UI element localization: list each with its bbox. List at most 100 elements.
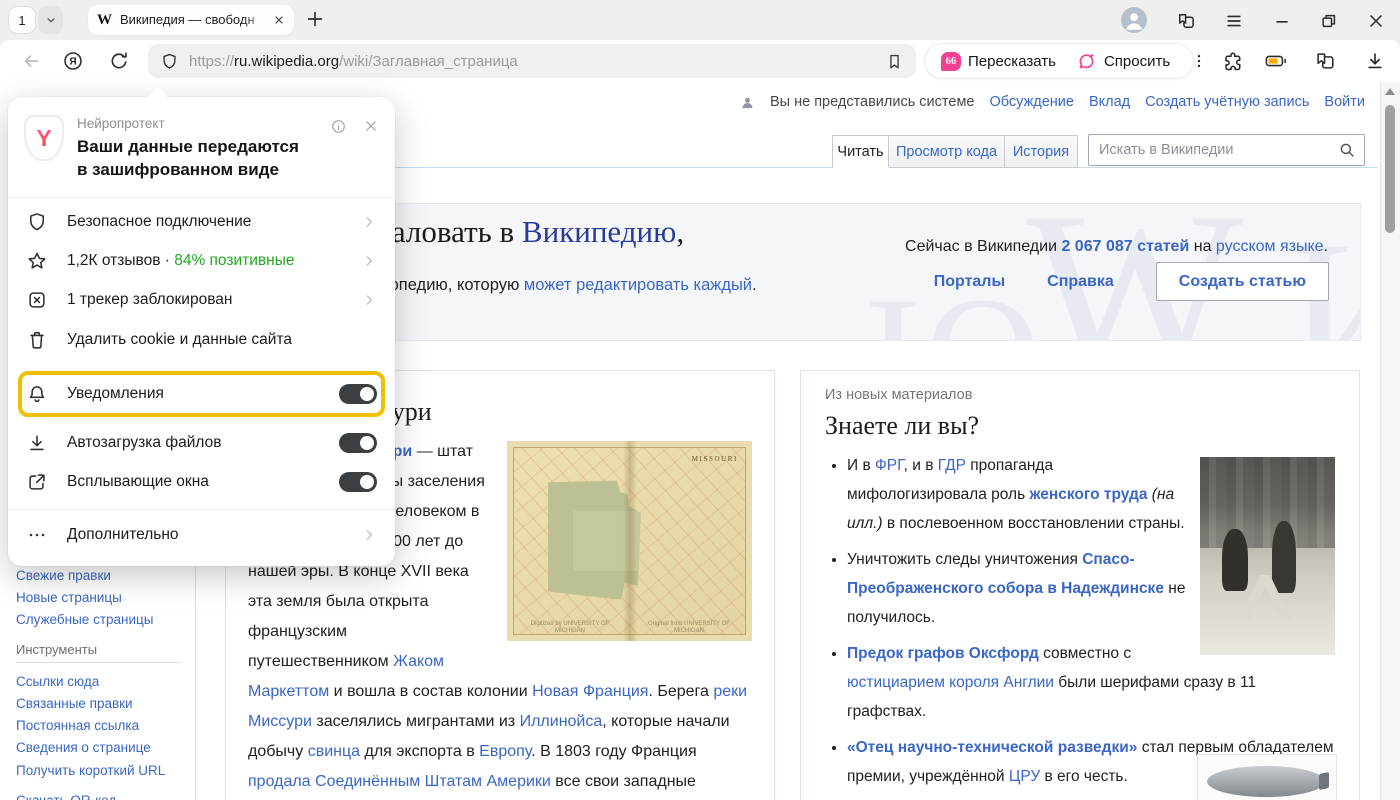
inline-link[interactable]: Википедию <box>522 214 676 249</box>
browser-tab[interactable]: W Википедия — свободн <box>88 5 294 35</box>
address-bar[interactable]: https://ru.wikipedia.org/wiki/Заглавная_… <box>148 44 916 78</box>
scrollbar-up-arrow[interactable] <box>1385 88 1395 95</box>
inline-link[interactable]: ГДР <box>938 457 966 474</box>
user-icon <box>740 95 755 110</box>
missouri-map-image[interactable]: MISSOURI Digitized by UNIVERSITY OF MICH… <box>507 441 752 641</box>
bookmarks-panel-button[interactable] <box>1176 11 1196 31</box>
inline-link[interactable]: Европу <box>479 743 531 760</box>
sidebar-item-permanent-link[interactable]: Постоянная ссылка <box>16 718 139 733</box>
popup-close-icon[interactable] <box>363 118 379 181</box>
sidebar-item-what-links-here[interactable]: Ссылки сюда <box>16 674 99 689</box>
yandex-home-button[interactable]: Я <box>62 50 84 72</box>
search-icon[interactable] <box>1338 141 1356 159</box>
bookmark-page-button[interactable] <box>885 52 904 71</box>
shield-icon <box>26 211 48 233</box>
sidebar-item-qr-code[interactable]: Скачать QR-код <box>16 793 116 800</box>
chevron-right-icon <box>361 292 377 308</box>
battery-button[interactable] <box>1263 50 1289 72</box>
profile-avatar[interactable] <box>1121 7 1147 33</box>
popup-item-popups[interactable]: Всплывающие окна <box>8 462 395 501</box>
wiki-tab-history[interactable]: История <box>1004 135 1078 168</box>
airship-photo[interactable] <box>1197 754 1337 800</box>
popups-toggle[interactable] <box>339 472 377 492</box>
inline-link[interactable]: продала Соединённым Штатам Америки <box>248 773 551 790</box>
popup-item-secure-connection[interactable]: Безопасное подключение <box>8 202 395 241</box>
wiki-tab-view-source[interactable]: Просмотр кода <box>888 135 1005 168</box>
summarize-button[interactable]: 66 Пересказать <box>933 52 1064 71</box>
minimize-button[interactable] <box>1272 11 1292 31</box>
popup-header: Y Нейропротект Ваши данные передаютсяв з… <box>8 97 395 195</box>
inline-link[interactable]: свинца <box>308 743 360 760</box>
chevron-right-icon <box>361 214 377 230</box>
tab-count[interactable]: 1 <box>8 6 36 34</box>
new-tab-button[interactable] <box>304 8 326 30</box>
extensions-button[interactable] <box>1221 50 1243 72</box>
tab-list-button[interactable] <box>38 6 63 34</box>
popup-item-delete-cookies[interactable]: Удалить cookie и данные сайта <box>8 319 395 361</box>
inline-link[interactable]: Предок графов Оксфорд <box>847 645 1039 662</box>
popup-item-autodownload[interactable]: Автозагрузка файлов <box>8 423 395 462</box>
ai-more-button[interactable] <box>1182 52 1216 70</box>
create-article-button[interactable]: Создать статью <box>1156 262 1329 301</box>
trash-icon <box>26 329 48 351</box>
inline-link[interactable]: «Отец научно-технической разведки» <box>847 739 1137 756</box>
ask-button[interactable]: Спросить <box>1068 51 1178 72</box>
wiki-link-create-account[interactable]: Создать учётную запись <box>1145 94 1309 110</box>
yandex-icon: Я <box>62 50 84 72</box>
sidebar-item-related-changes[interactable]: Связанные правки <box>16 696 133 711</box>
sidebar-item-new-pages[interactable]: Новые страницы <box>16 590 122 605</box>
tab-title: Википедия — свободн <box>120 12 269 28</box>
sidebar-item-recent-changes[interactable]: Свежие правки <box>16 568 111 583</box>
plus-icon <box>304 8 326 30</box>
ask-label: Спросить <box>1104 53 1170 70</box>
sidebar-item-special-pages[interactable]: Служебные страницы <box>16 612 153 627</box>
rubble-women-photo[interactable] <box>1200 457 1335 655</box>
tab-close-icon[interactable] <box>273 14 285 26</box>
page-scrollbar[interactable] <box>1380 82 1400 800</box>
inline-link[interactable]: русском языке <box>1216 238 1324 255</box>
maximize-button[interactable] <box>1319 11 1339 31</box>
wiki-link-discussion[interactable]: Обсуждение <box>989 94 1073 110</box>
inline-link[interactable]: Иллинойса <box>520 713 603 730</box>
inline-link[interactable]: 2 067 087 статей <box>1061 238 1189 255</box>
portals-link[interactable]: Порталы <box>934 273 1005 291</box>
bookmark-icon <box>885 52 904 71</box>
user-status: Вы не представились системе <box>770 94 975 110</box>
back-arrow-icon <box>20 50 42 72</box>
back-button[interactable] <box>20 50 42 72</box>
site-protection-shield-icon[interactable] <box>160 52 179 71</box>
wiki-link-contributions[interactable]: Вклад <box>1089 94 1130 110</box>
help-link[interactable]: Справка <box>1047 273 1114 291</box>
wikipedia-favicon: W <box>97 12 112 29</box>
wikipedia-search-input[interactable] <box>1089 142 1338 158</box>
popup-item-more[interactable]: Дополнительно <box>8 514 395 556</box>
downloads-button[interactable] <box>1364 50 1386 72</box>
collections-button[interactable] <box>1314 50 1336 72</box>
inline-link[interactable]: Новая Франция <box>532 683 648 700</box>
map-caption-left: Digitized by UNIVERSITY OF MICHIGAN <box>525 621 615 635</box>
chevron-down-icon <box>44 13 58 27</box>
reload-button[interactable] <box>108 50 130 72</box>
inline-link[interactable]: ФРГ <box>875 457 904 474</box>
user-icon <box>1121 7 1147 33</box>
popup-item-tracker-blocked[interactable]: 1 трекер заблокирован <box>8 280 395 319</box>
sidebar-item-short-url[interactable]: Получить короткий URL <box>16 762 166 780</box>
info-icon[interactable] <box>330 118 347 181</box>
popup-item-notifications[interactable]: Уведомления <box>18 371 385 417</box>
wiki-link-login[interactable]: Войти <box>1324 94 1365 110</box>
inline-link[interactable]: ЦРУ <box>1009 768 1040 785</box>
inline-link[interactable]: юстициарием короля Англии <box>847 674 1054 691</box>
tab-counter[interactable]: 1 <box>8 6 63 34</box>
sidebar-item-page-info[interactable]: Сведения о странице <box>16 740 151 755</box>
dyk-label: Из новых материалов <box>825 387 1335 403</box>
popup-item-reviews[interactable]: 1,2К отзывов · 84% позитивные <box>8 241 395 280</box>
autodownload-toggle[interactable] <box>339 433 377 453</box>
inline-link[interactable]: женского труда <box>1029 486 1147 503</box>
url-path: /wiki/Заглавная_страница <box>339 53 518 70</box>
close-window-button[interactable] <box>1366 11 1386 31</box>
menu-button[interactable] <box>1224 11 1244 31</box>
inline-link[interactable]: может редактировать каждый <box>524 276 752 294</box>
notifications-toggle[interactable] <box>339 384 377 404</box>
scrollbar-thumb[interactable] <box>1385 105 1395 233</box>
wiki-tab-read[interactable]: Читать <box>832 135 889 168</box>
